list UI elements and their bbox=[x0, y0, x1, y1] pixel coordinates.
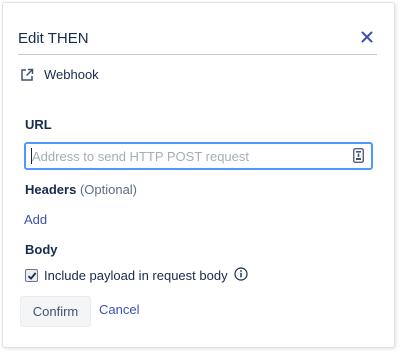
include-payload-row: Include payload in request body bbox=[25, 267, 248, 284]
external-link-icon bbox=[20, 68, 34, 82]
confirm-button[interactable]: Confirm bbox=[20, 296, 91, 327]
url-input[interactable] bbox=[32, 144, 342, 168]
body-label: Body bbox=[25, 242, 58, 257]
cancel-link[interactable]: Cancel bbox=[99, 302, 139, 317]
panel-header: Edit THEN bbox=[18, 29, 377, 55]
add-header-link[interactable]: Add bbox=[24, 212, 47, 227]
url-field[interactable] bbox=[24, 142, 373, 170]
close-icon[interactable] bbox=[359, 29, 375, 45]
action-type-row: Webhook bbox=[20, 67, 99, 82]
optional-hint: (Optional) bbox=[79, 182, 138, 197]
url-label: URL bbox=[25, 117, 52, 132]
headers-label-text: Headers bbox=[25, 182, 77, 197]
edit-then-panel: Edit THEN Webhook URL Address to send HT… bbox=[2, 2, 395, 348]
include-payload-label: Include payload in request body bbox=[44, 268, 228, 283]
panel-title: Edit THEN bbox=[18, 30, 89, 47]
info-icon[interactable] bbox=[233, 267, 248, 284]
headers-label: Headers (Optional) bbox=[25, 182, 137, 197]
variable-insert-icon[interactable] bbox=[353, 148, 364, 168]
action-type-label: Webhook bbox=[44, 67, 99, 82]
include-payload-checkbox[interactable] bbox=[25, 269, 38, 282]
